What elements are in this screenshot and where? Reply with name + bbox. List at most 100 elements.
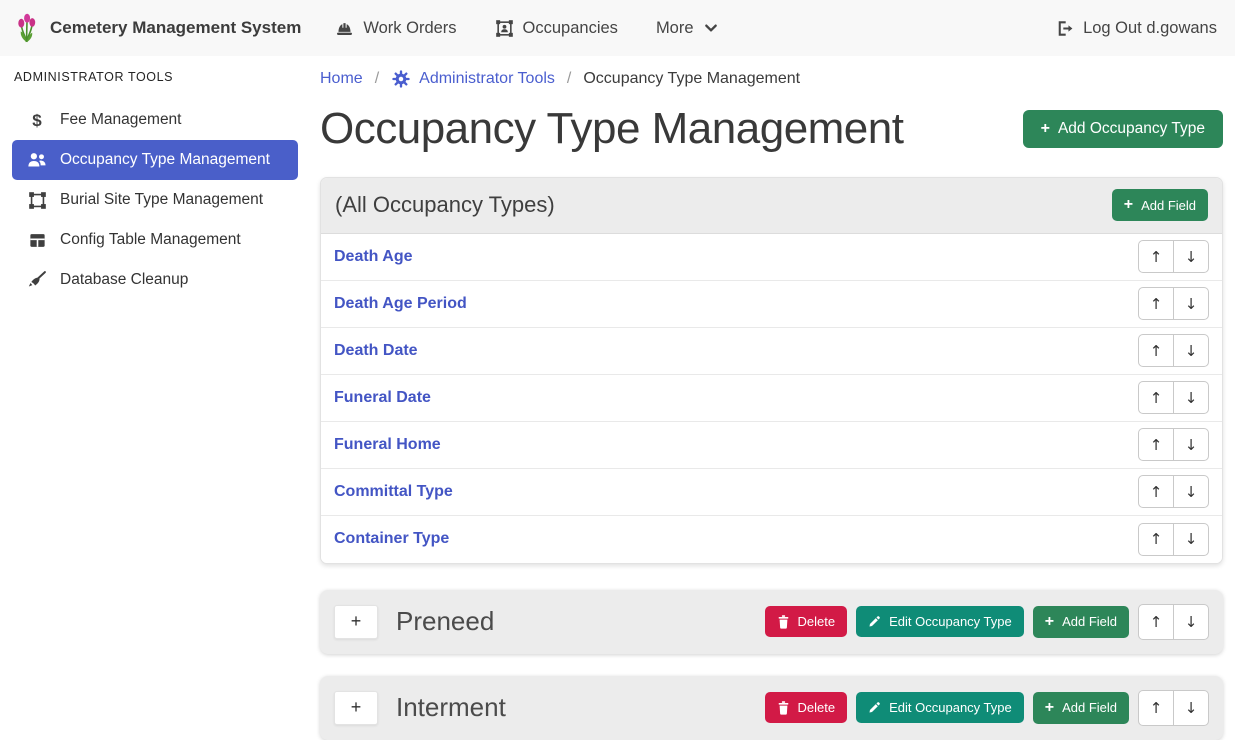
move-up-button[interactable]: ↑ [1138,475,1174,508]
edit-occupancy-type-button[interactable]: Edit Occupancy Type [856,692,1024,723]
arrow-down-icon: ↓ [1185,389,1198,407]
delete-button[interactable]: Delete [765,692,848,723]
sidebar-item-database-cleanup[interactable]: Database Cleanup [12,260,298,300]
move-up-button[interactable]: ↑ [1138,428,1174,461]
field-row: Death Date ↑ ↓ [321,328,1222,375]
reorder-buttons: ↑ ↓ [1138,604,1209,640]
edit-occupancy-type-button[interactable]: Edit Occupancy Type [856,606,1024,637]
sidebar-item-fee-management[interactable]: $ Fee Management [12,100,298,140]
move-down-button[interactable]: ↓ [1173,287,1209,320]
sidebar-item-occupancy-type-management[interactable]: Occupancy Type Management [12,140,298,180]
nav-item-more[interactable]: More [656,19,719,38]
field-link[interactable]: Container Type [334,530,449,548]
add-field-label: Add Field [1062,614,1117,629]
sidebar-item-label: Config Table Management [60,231,241,249]
sidebar-item-label: Burial Site Type Management [60,191,263,209]
arrow-down-icon: ↓ [1185,530,1198,548]
move-down-button[interactable]: ↓ [1173,690,1209,726]
move-down-button[interactable]: ↓ [1173,475,1209,508]
move-down-button[interactable]: ↓ [1173,240,1209,273]
users-icon [24,151,50,169]
field-link[interactable]: Death Date [334,342,418,360]
arrow-up-icon: ↑ [1150,248,1163,266]
logout-button[interactable]: Log Out d.gowans [1055,19,1217,38]
move-up-button[interactable]: ↑ [1138,381,1174,414]
field-link[interactable]: Funeral Home [334,436,441,454]
arrow-down-icon: ↓ [1185,699,1198,717]
field-row: Death Age ↑ ↓ [321,234,1222,281]
field-link[interactable]: Committal Type [334,483,453,501]
sidebar-item-config-table-management[interactable]: Config Table Management [12,220,298,260]
navbar-links: Work Orders Occupancies More [335,19,718,38]
move-up-button[interactable]: ↑ [1138,287,1174,320]
add-field-label: Add Field [1062,700,1117,715]
app-brand[interactable]: Cemetery Management System [14,13,301,43]
plus-icon: + [1124,197,1133,213]
move-down-button[interactable]: ↓ [1173,381,1209,414]
field-row: Container Type ↑ ↓ [321,516,1222,563]
plus-icon: + [1045,614,1054,630]
sidebar-item-label: Fee Management [60,111,182,129]
table-icon [24,231,50,250]
field-row: Committal Type ↑ ↓ [321,469,1222,516]
main-content: Home / [310,56,1235,738]
move-down-button[interactable]: ↓ [1173,428,1209,461]
occupancy-type-section: + Preneed Delete Edit Occupancy Type + [320,590,1223,654]
nav-item-label: Occupancies [523,19,618,38]
sections: + Preneed Delete Edit Occupancy Type + [320,590,1223,740]
nav-item-work-orders[interactable]: Work Orders [335,19,456,38]
breadcrumb: Home / [320,64,1223,89]
broom-icon [24,270,50,290]
field-link[interactable]: Death Age Period [334,295,467,313]
section-title: Preneed [396,606,494,637]
plus-icon: + [351,697,362,718]
expand-section-button[interactable]: + [334,691,378,725]
arrow-up-icon: ↑ [1150,342,1163,360]
dollar-icon: $ [24,112,50,129]
field-row: Death Age Period ↑ ↓ [321,281,1222,328]
reorder-buttons: ↑ ↓ [1138,334,1209,367]
arrow-up-icon: ↑ [1150,699,1163,717]
nav-item-label: More [656,19,694,38]
move-down-button[interactable]: ↓ [1173,604,1209,640]
arrow-up-icon: ↑ [1150,436,1163,454]
delete-button[interactable]: Delete [765,606,848,637]
pencil-icon [868,615,881,628]
field-link[interactable]: Death Age [334,248,413,266]
move-up-button[interactable]: ↑ [1138,334,1174,367]
field-link[interactable]: Funeral Date [334,389,431,407]
chevron-down-icon [703,20,719,36]
plus-icon: + [1041,121,1050,137]
add-field-button[interactable]: + Add Field [1033,692,1129,724]
arrow-down-icon: ↓ [1185,295,1198,313]
gear-icon [391,69,411,89]
expand-section-button[interactable]: + [334,605,378,639]
add-occupancy-type-button[interactable]: + Add Occupancy Type [1023,110,1223,148]
nav-item-occupancies[interactable]: Occupancies [495,19,618,38]
reorder-buttons: ↑ ↓ [1138,523,1209,556]
occupancy-frame-icon [495,19,514,38]
add-field-button[interactable]: + Add Field [1033,606,1129,638]
move-down-button[interactable]: ↓ [1173,523,1209,556]
pencil-icon [868,701,881,714]
sidebar-item-burial-site-type-management[interactable]: Burial Site Type Management [12,180,298,220]
move-up-button[interactable]: ↑ [1138,240,1174,273]
arrow-up-icon: ↑ [1150,530,1163,548]
top-navbar: Cemetery Management System Work Orders O… [0,0,1235,56]
breadcrumb-home-link[interactable]: Home [320,70,363,88]
move-up-button[interactable]: ↑ [1138,604,1174,640]
reorder-buttons: ↑ ↓ [1138,381,1209,414]
arrow-up-icon: ↑ [1150,483,1163,501]
move-up-button[interactable]: ↑ [1138,690,1174,726]
arrow-down-icon: ↓ [1185,342,1198,360]
occupancy-type-section: + Interment Delete Edit Occupancy Type + [320,676,1223,740]
breadcrumb-admin-tools-link[interactable]: Administrator Tools [391,69,555,89]
reorder-buttons: ↑ ↓ [1138,428,1209,461]
section-actions: Delete Edit Occupancy Type + Add Field ↑… [765,690,1209,726]
move-up-button[interactable]: ↑ [1138,523,1174,556]
move-down-button[interactable]: ↓ [1173,334,1209,367]
add-field-label: Add Field [1141,198,1196,213]
delete-label: Delete [798,700,836,715]
trash-icon [777,615,790,629]
add-field-button[interactable]: + Add Field [1112,189,1208,221]
